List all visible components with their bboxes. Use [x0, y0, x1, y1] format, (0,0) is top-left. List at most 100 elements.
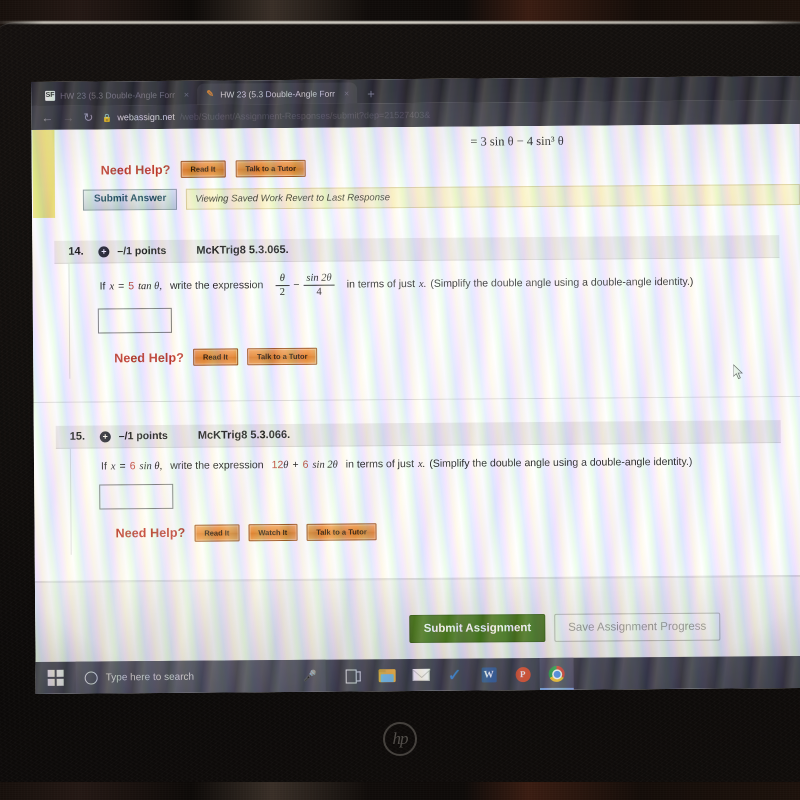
q15-operator: +	[292, 458, 299, 471]
q14-parenthetical: (Simplify the double angle using a doubl…	[430, 275, 694, 290]
powerpoint-glyph: P	[515, 666, 531, 682]
close-icon[interactable]: ×	[344, 88, 349, 98]
question-14-prompt: If x = 5 tan θ, write the expression θ 2	[70, 269, 780, 300]
close-icon[interactable]: ×	[184, 89, 189, 99]
plus-circle-icon[interactable]: +	[99, 430, 111, 443]
question-15-answer-input[interactable]	[99, 483, 174, 510]
search-input[interactable]: Type here to search	[106, 670, 295, 683]
save-assignment-progress-button[interactable]: Save Assignment Progress	[554, 612, 721, 642]
q14-given-eq: =	[118, 279, 125, 292]
q14-frac1-denominator: 2	[279, 287, 286, 299]
q14-frac2-denominator: 4	[316, 286, 322, 298]
bezel-top-highlight	[0, 21, 800, 24]
q14-frac1-bar	[275, 284, 290, 287]
q14-operator: −	[293, 278, 300, 291]
mouse-cursor	[733, 364, 743, 380]
check-icon[interactable]: ✓	[438, 659, 472, 691]
reload-icon[interactable]: ↻	[83, 111, 93, 125]
q14-suffix-var: x.	[418, 278, 427, 290]
q14-prompt-prefix: If	[99, 280, 106, 293]
mail-icon[interactable]	[404, 659, 438, 691]
sf-icon: SF	[45, 90, 56, 101]
browser-tab-2[interactable]: ✎ HW 23 (5.3 Double-Angle Forr ×	[197, 82, 358, 105]
windows-logo-icon	[47, 670, 64, 686]
partial-submit-row: Submit Answer Viewing Saved Work Revert …	[55, 176, 800, 218]
word-glyph: W	[481, 666, 497, 682]
question-14: 14. + –/1 points McKTrig8 5.3.065. If x …	[54, 235, 781, 379]
read-it-button[interactable]: Read It	[192, 348, 239, 366]
task-view-icon[interactable]	[336, 659, 370, 691]
q15-sym-2: sin 2θ	[312, 459, 338, 471]
laptop-screen: SF HW 23 (5.3 Double-Angle Forr × ✎ HW 2…	[31, 75, 800, 694]
start-button[interactable]	[36, 670, 76, 686]
assignment-actions: Submit Assignment Save Assignment Progre…	[409, 612, 721, 643]
q15-coef-1: 12	[271, 459, 284, 472]
question-15-body: If x = 6 sin θ, write the expression 12 θ…	[69, 443, 782, 555]
q15-prompt-mid: write the expression	[170, 459, 264, 472]
question-highlight-bar	[32, 129, 56, 218]
q14-fraction-1: θ 2	[275, 273, 290, 299]
q15-parenthetical: (Simplify the double angle using a doubl…	[429, 455, 693, 470]
q15-prompt-prefix: If	[100, 460, 107, 473]
browser-tab-1-title: HW 23 (5.3 Double-Angle Forr	[60, 89, 175, 101]
q14-prompt-mid: write the expression	[169, 278, 264, 292]
taskbar-icons: ✓ W P	[326, 657, 574, 692]
url-input[interactable]: 🔒 webassign.net /web/Student/Assignment-…	[102, 107, 790, 122]
microphone-icon[interactable]: 🎤	[303, 669, 317, 682]
partial-question-block: = 3 sin θ − 4 sin³ θ Need Help? Read It …	[32, 123, 800, 218]
taskbar-search-box[interactable]: Type here to search 🎤	[75, 659, 326, 694]
talk-to-a-tutor-button[interactable]: Talk to a Tutor	[246, 347, 318, 366]
watch-it-button[interactable]: Watch It	[248, 523, 298, 542]
talk-to-a-tutor-button[interactable]: Talk to a Tutor	[306, 523, 377, 541]
cortana-circle-icon	[84, 670, 98, 685]
need-help-label: Need Help?	[115, 526, 186, 541]
photograph-of-laptop: hp SF HW 23 (5.3 Double-Angle Forr × ✎ H…	[0, 0, 800, 800]
lock-icon: 🔒	[102, 112, 113, 122]
q14-frac2-numerator: sin 2θ	[306, 272, 332, 284]
browser-tab-2-title: HW 23 (5.3 Double-Angle Forr	[220, 88, 335, 100]
question-14-need-help-row: Need Help? Read It Talk to a Tutor	[70, 328, 780, 367]
question-14-body: If x = 5 tan θ, write the expression θ 2	[68, 258, 781, 379]
q14-frac2-bar	[303, 284, 335, 286]
submit-answer-button[interactable]: Submit Answer	[82, 188, 178, 211]
question-14-code: McKTrig8 5.3.065.	[196, 243, 289, 257]
question-14-answer-input[interactable]	[97, 307, 172, 334]
submit-assignment-button[interactable]: Submit Assignment	[409, 613, 546, 643]
plus-circle-icon[interactable]: +	[98, 245, 110, 257]
chrome-icon[interactable]	[539, 657, 574, 691]
saved-work-note: Viewing Saved Work Revert to Last Respon…	[186, 183, 800, 210]
question-14-points: –/1 points	[117, 244, 167, 258]
question-14-number: 14.	[68, 245, 84, 258]
need-help-label: Need Help?	[114, 350, 184, 365]
read-it-button[interactable]: Read It	[194, 524, 240, 542]
q15-given-var: x	[110, 461, 116, 473]
forward-icon[interactable]: →	[62, 111, 74, 125]
q14-fraction-2: sin 2θ 4	[303, 272, 335, 298]
q15-given-eq: =	[119, 460, 126, 473]
word-icon[interactable]: W	[472, 658, 506, 690]
q15-prompt-suffix: in terms of just	[345, 458, 415, 471]
pencil-icon: ✎	[206, 88, 214, 99]
hp-logo: hp	[383, 722, 417, 756]
url-path: /web/Student/Assignment-Responses/submit…	[179, 109, 431, 122]
q14-given-func: tan θ,	[138, 280, 162, 292]
powerpoint-icon[interactable]: P	[506, 658, 540, 690]
question-15-number: 15.	[69, 430, 86, 443]
q15-given-coef: 6	[129, 460, 136, 473]
question-15-points: –/1 points	[118, 429, 168, 443]
file-explorer-icon[interactable]	[370, 659, 404, 691]
q15-given-func: sin θ,	[139, 461, 163, 473]
question-15-code: McKTrig8 5.3.066.	[197, 429, 291, 442]
question-15-need-help-row: Need Help? Read It Watch It Talk to a Tu…	[71, 504, 781, 543]
q15-suffix-var: x.	[417, 458, 426, 471]
browser-tab-1[interactable]: SF HW 23 (5.3 Double-Angle Forr ×	[37, 83, 198, 106]
q14-given-var: x	[109, 280, 115, 293]
q15-sym-1: θ	[283, 460, 289, 472]
talk-to-a-tutor-button[interactable]: Talk to a Tutor	[235, 159, 307, 178]
read-it-button[interactable]: Read It	[180, 160, 226, 178]
url-host: webassign.net	[117, 111, 175, 123]
windows-taskbar: Type here to search 🎤 ✓ W P	[35, 655, 800, 694]
back-icon[interactable]: ←	[41, 111, 53, 125]
new-tab-button[interactable]: +	[357, 86, 385, 103]
question-15-prompt: If x = 6 sin θ, write the expression 12 θ…	[71, 454, 781, 475]
